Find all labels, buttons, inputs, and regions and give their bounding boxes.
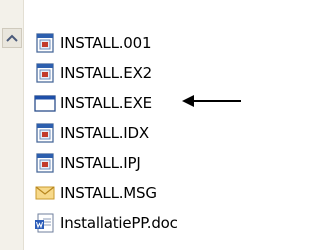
- left-arrow-icon: [182, 95, 241, 107]
- app-file-icon: [36, 153, 54, 173]
- file-item-install-001[interactable]: INSTALL.001: [31, 28, 243, 58]
- file-name: INSTALL.IDX: [60, 124, 149, 142]
- file-item-install-msg[interactable]: INSTALL.MSG: [31, 178, 243, 208]
- app-file-icon: [36, 33, 54, 53]
- file-list: INSTALL.001 INSTALL.EX2 INSTALL.EXE INST…: [31, 28, 243, 238]
- app-file-icon: [36, 123, 54, 143]
- file-name: INSTALL.IPJ: [60, 154, 141, 172]
- file-name: INSTALL.MSG: [60, 184, 157, 202]
- file-item-install-ex2[interactable]: INSTALL.EX2: [31, 58, 243, 88]
- file-item-install-idx[interactable]: INSTALL.IDX: [31, 118, 243, 148]
- word-document-icon: [35, 213, 54, 233]
- file-item-installatiepp-doc[interactable]: InstallatiePP.doc: [31, 208, 243, 238]
- file-name: INSTALL.EXE: [60, 94, 152, 112]
- file-name: InstallatiePP.doc: [60, 214, 178, 232]
- chevron-up-icon: [6, 34, 18, 42]
- app-file-icon: [36, 63, 54, 83]
- exe-window-icon: [34, 95, 56, 112]
- envelope-icon: [35, 186, 55, 200]
- file-name: INSTALL.001: [60, 34, 152, 52]
- file-item-install-ipj[interactable]: INSTALL.IPJ: [31, 148, 243, 178]
- file-name: INSTALL.EX2: [60, 64, 153, 82]
- vertical-scrollbar[interactable]: [0, 0, 24, 250]
- scroll-up-button[interactable]: [2, 28, 22, 48]
